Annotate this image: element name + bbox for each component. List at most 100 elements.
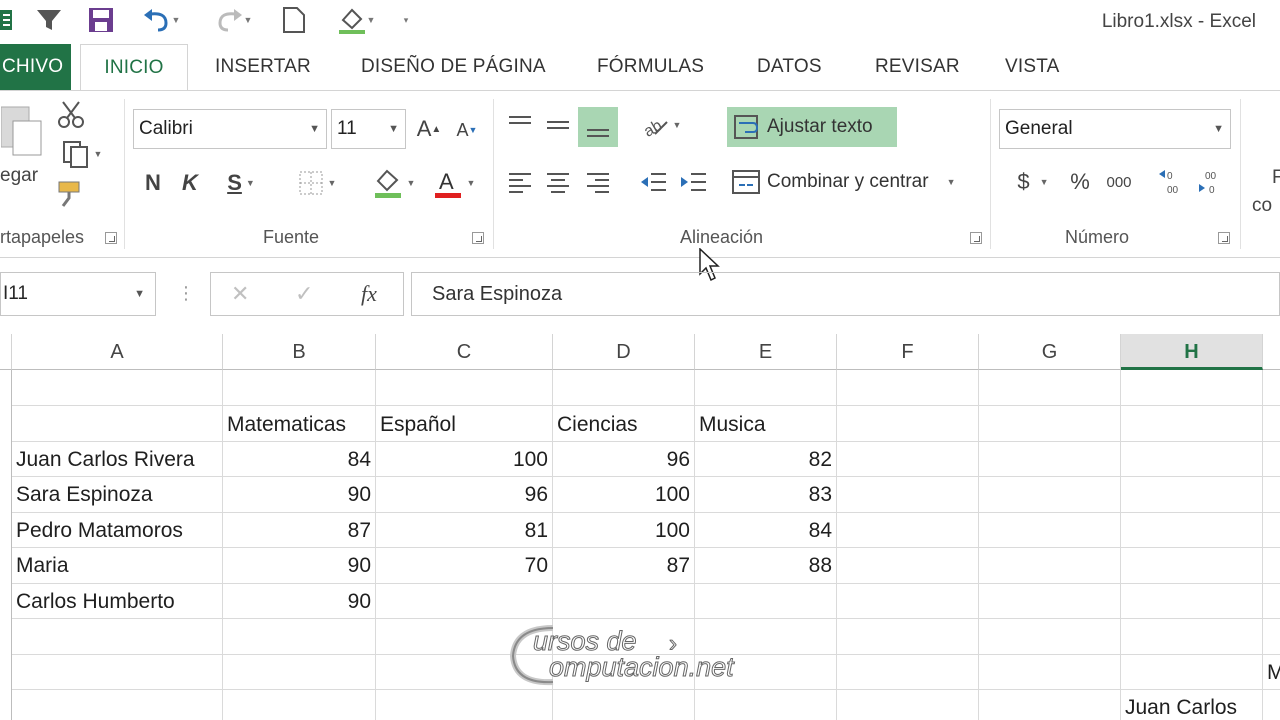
format-painter-icon[interactable] <box>56 179 86 209</box>
styles-partial-label-2[interactable]: co <box>1252 195 1272 217</box>
header-cell-musica[interactable]: Musica <box>695 407 836 442</box>
borders-button[interactable]: ▼ <box>290 166 344 200</box>
column-header-a[interactable]: A <box>12 334 223 370</box>
paste-icon[interactable] <box>0 103 46 159</box>
column-header-h[interactable]: H <box>1121 334 1263 370</box>
column-header-i[interactable] <box>1263 334 1280 370</box>
align-right-icon[interactable] <box>582 167 614 197</box>
name-box[interactable]: I11 ▼ <box>0 272 156 316</box>
redo-button[interactable]: ▼ <box>208 6 258 34</box>
customize-qat-icon[interactable]: ▾ <box>396 6 416 34</box>
grade-cell[interactable]: 84 <box>223 442 375 477</box>
student-name-cell[interactable]: Juan Carlos Rivera <box>12 442 222 477</box>
header-cell-ciencias[interactable]: Ciencias <box>553 407 694 442</box>
cancel-icon[interactable]: ✕ <box>231 281 249 307</box>
thousands-button[interactable]: 000 <box>1102 165 1136 199</box>
align-left-icon[interactable] <box>504 167 536 197</box>
styles-partial-label[interactable]: F <box>1272 167 1280 189</box>
number-launcher-icon[interactable] <box>1218 232 1230 244</box>
grade-cell[interactable]: 90 <box>223 477 375 512</box>
h-cell[interactable]: Juan Carlos <box>1121 690 1262 720</box>
font-color-button[interactable]: A ▼ <box>426 164 482 202</box>
grade-cell[interactable]: 87 <box>223 513 375 548</box>
tab-vista[interactable]: VISTA <box>1005 44 1060 90</box>
column-header-c[interactable]: C <box>376 334 553 370</box>
decrease-font-size-button[interactable]: A ▼ <box>452 115 482 145</box>
align-bottom-icon[interactable] <box>578 107 618 147</box>
tab-revisar[interactable]: REVISAR <box>875 44 960 90</box>
student-name-cell[interactable]: Pedro Matamoros <box>12 513 222 548</box>
grade-cell[interactable]: 70 <box>376 548 552 583</box>
align-center-icon[interactable] <box>542 167 574 197</box>
increase-decimal-icon[interactable]: 0 00 <box>1156 165 1186 199</box>
column-header-f[interactable]: F <box>837 334 979 370</box>
save-icon[interactable] <box>86 6 116 34</box>
align-middle-icon[interactable] <box>542 109 574 141</box>
undo-button[interactable]: ▼ <box>136 6 186 34</box>
alignment-launcher-icon[interactable] <box>970 232 982 244</box>
merge-center-button[interactable]: Combinar y centrar ▼ <box>731 165 981 199</box>
paste-label[interactable]: egar <box>0 165 38 187</box>
header-cell-espanol[interactable]: Español <box>376 407 552 442</box>
select-all-corner[interactable] <box>0 334 12 370</box>
grade-cell[interactable]: 87 <box>553 548 694 583</box>
grade-cell[interactable]: 84 <box>695 513 836 548</box>
grade-cell[interactable]: 96 <box>553 442 694 477</box>
wrap-text-button[interactable]: Ajustar texto <box>727 107 897 147</box>
column-header-g[interactable]: G <box>979 334 1121 370</box>
font-launcher-icon[interactable] <box>472 232 484 244</box>
increase-font-size-button[interactable]: A ▲ <box>414 113 444 145</box>
increase-indent-icon[interactable] <box>676 167 710 197</box>
tab-diseno-de-pagina[interactable]: DISEÑO DE PÁGINA <box>361 44 546 90</box>
cut-icon[interactable] <box>56 99 86 129</box>
grade-cell[interactable]: 90 <box>223 548 375 583</box>
grade-cell[interactable]: 96 <box>376 477 552 512</box>
decrease-decimal-icon[interactable]: 00 0 <box>1196 165 1226 199</box>
grade-cell[interactable]: 83 <box>695 477 836 512</box>
grade-cell[interactable]: 82 <box>695 442 836 477</box>
wrap-text-label: Ajustar texto <box>767 116 873 137</box>
grade-cell[interactable]: 100 <box>553 477 694 512</box>
tab-archivo[interactable]: CHIVO <box>0 44 71 90</box>
currency-button[interactable]: $ ▼ <box>1008 165 1058 199</box>
partial-cell-i[interactable]: M <box>1263 655 1280 690</box>
font-group-label: Fuente <box>263 227 320 247</box>
bold-button[interactable]: N <box>140 166 166 200</box>
tab-formulas[interactable]: FÓRMULAS <box>597 44 704 90</box>
font-name-dropdown[interactable]: Calibri ▼ <box>133 109 327 149</box>
tab-inicio[interactable]: INICIO <box>80 44 188 90</box>
new-document-icon[interactable] <box>280 6 308 34</box>
fill-color-qat-button[interactable]: ▼ <box>330 6 382 34</box>
grade-cell[interactable]: 100 <box>553 513 694 548</box>
student-name-cell[interactable]: Maria <box>12 548 222 583</box>
italic-button[interactable]: K <box>177 166 203 200</box>
student-name-cell[interactable]: Sara Espinoza <box>12 477 222 512</box>
font-size-dropdown[interactable]: 11 ▼ <box>331 109 406 149</box>
column-header-d[interactable]: D <box>553 334 695 370</box>
column-header-b[interactable]: B <box>223 334 376 370</box>
grade-cell[interactable]: 81 <box>376 513 552 548</box>
insert-function-icon[interactable]: fx <box>361 281 377 307</box>
underline-button[interactable]: S ▼ <box>216 166 266 200</box>
grade-cell[interactable]: 88 <box>695 548 836 583</box>
clipboard-launcher-icon[interactable] <box>105 232 117 244</box>
percent-button[interactable]: % <box>1066 165 1094 199</box>
align-top-icon[interactable] <box>504 109 536 141</box>
number-format-dropdown[interactable]: General ▼ <box>999 109 1231 149</box>
column-header-e[interactable]: E <box>695 334 837 370</box>
orientation-icon[interactable]: ab ▼ <box>636 109 686 141</box>
grade-cell[interactable]: 100 <box>376 442 552 477</box>
formula-input[interactable]: Sara Espinoza <box>411 272 1280 316</box>
fill-color-button[interactable]: ▼ <box>366 164 422 202</box>
tab-datos[interactable]: DATOS <box>757 44 822 90</box>
decrease-indent-icon[interactable] <box>636 167 670 197</box>
formula-bar-grip-icon[interactable]: ⋮ <box>177 283 195 304</box>
filter-icon[interactable] <box>34 6 64 34</box>
student-name-cell[interactable]: Carlos Humberto <box>12 584 222 619</box>
grade-cell[interactable]: 90 <box>223 584 375 619</box>
copy-icon[interactable]: ▼ <box>56 139 108 169</box>
enter-check-icon[interactable]: ✓ <box>295 281 313 307</box>
tab-insertar[interactable]: INSERTAR <box>215 44 311 90</box>
chevron-down-icon: ▼ <box>1039 177 1049 187</box>
header-cell-matematicas[interactable]: Matematicas <box>223 407 375 442</box>
